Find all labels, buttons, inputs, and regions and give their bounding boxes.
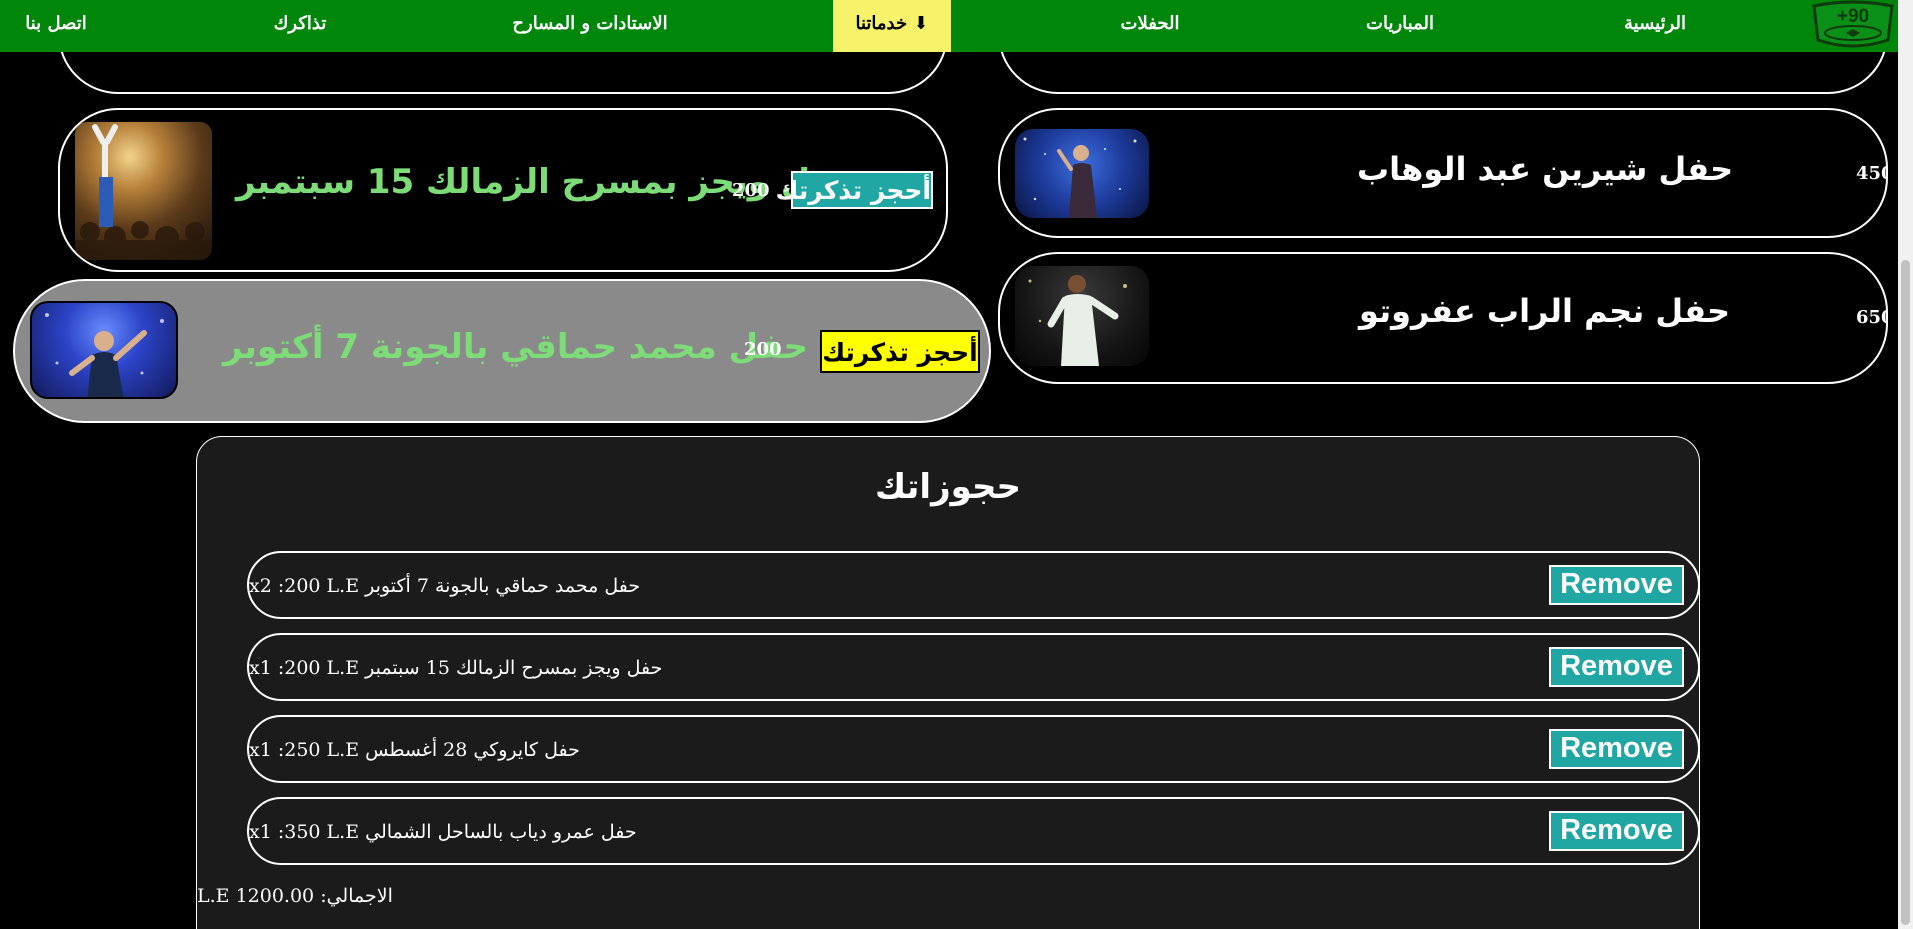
nav-concerts[interactable]: الحفلات	[1110, 0, 1190, 52]
booking-item: حفل عمرو دياب بالساحل الشمالي x1 :350 L.…	[247, 797, 1700, 865]
event-title: حفل محمد حماقي بالجونة 7 أكتوبر	[223, 327, 808, 367]
concert-crowd-image	[75, 124, 212, 260]
site-logo[interactable]: +90	[1808, 0, 1898, 50]
bookings-title: حجوزاتك	[875, 467, 1021, 507]
top-navbar: +90 الرئيسية المباريات الحفلات خدماتنا ⬇…	[0, 0, 1898, 52]
event-price: 650	[1856, 307, 1886, 328]
singer-on-stage-image	[45, 313, 164, 397]
event-photo	[1015, 266, 1149, 366]
event-card-hamaki: حفل محمد حماقي بالجونة 7 أكتوبر 200 أحجز…	[13, 279, 991, 423]
bookings-total: الاجمالي: 1200.00 L.E	[197, 885, 393, 907]
event-photo	[75, 122, 212, 260]
remove-booking-button[interactable]: Remove	[1549, 565, 1684, 605]
booking-item: حفل كايروكي 28 أغسطس x1 :250 L.E Remove	[247, 715, 1700, 783]
book-ticket-button[interactable]: أحجز تذكرتك	[776, 171, 933, 209]
event-photo	[1015, 129, 1149, 218]
nav-home[interactable]: الرئيسية	[1615, 0, 1695, 52]
booking-item: حفل ويجز بمسرح الزمالك 15 سبتمبر x1 :200…	[247, 633, 1700, 701]
booking-text: حفل محمد حماقي بالجونة 7 أكتوبر x2 :200 …	[249, 575, 641, 597]
svg-text:+90: +90	[1837, 6, 1869, 27]
event-title: حفل نجم الراب عفروتو	[1359, 292, 1731, 330]
remove-booking-button[interactable]: Remove	[1549, 729, 1684, 769]
singer-on-stage-image	[1023, 137, 1137, 218]
booking-text: حفل ويجز بمسرح الزمالك 15 سبتمبر x1 :200…	[249, 657, 663, 679]
event-title: حفل شيرين عبد الوهاب	[1357, 150, 1734, 188]
event-card-wegz: حفل ويجز بمسرح الزمالك 15 سبتمبر 200 أحج…	[58, 108, 948, 272]
event-card-afroto: حفل نجم الراب عفروتو 650	[998, 252, 1888, 384]
booking-item: حفل محمد حماقي بالجونة 7 أكتوبر x2 :200 …	[247, 551, 1700, 619]
bookings-panel: حجوزاتك حفل محمد حماقي بالجونة 7 أكتوبر …	[196, 436, 1700, 929]
nav-stadiums-theaters[interactable]: الاستادات و المسارح	[510, 0, 670, 52]
nav-services-dropdown[interactable]: خدماتنا ⬇	[833, 0, 951, 52]
nav-contact[interactable]: اتصل بنا	[20, 0, 92, 52]
nav-my-tickets[interactable]: تذاكرك	[270, 0, 330, 52]
event-card-sherine: حفل شيرين عبد الوهاب 450	[998, 108, 1888, 238]
nav-matches[interactable]: المباريات	[1358, 0, 1442, 52]
page-scrollbar[interactable]	[1898, 0, 1913, 929]
remove-booking-button[interactable]: Remove	[1549, 811, 1684, 851]
book-ticket-button[interactable]: أحجز تذكرتك	[820, 330, 980, 373]
remove-booking-button[interactable]: Remove	[1549, 647, 1684, 687]
logo-icon: +90	[1812, 0, 1894, 48]
rapper-on-stage-image	[1028, 275, 1127, 366]
booking-text: حفل كايروكي 28 أغسطس x1 :250 L.E	[249, 739, 580, 761]
event-price: 200	[744, 339, 782, 360]
event-price: 200	[732, 180, 770, 201]
event-price: 450	[1856, 163, 1886, 184]
scrollbar-thumb[interactable]	[1901, 260, 1910, 925]
booking-text: حفل عمرو دياب بالساحل الشمالي x1 :350 L.…	[249, 821, 637, 843]
event-photo	[30, 301, 178, 399]
